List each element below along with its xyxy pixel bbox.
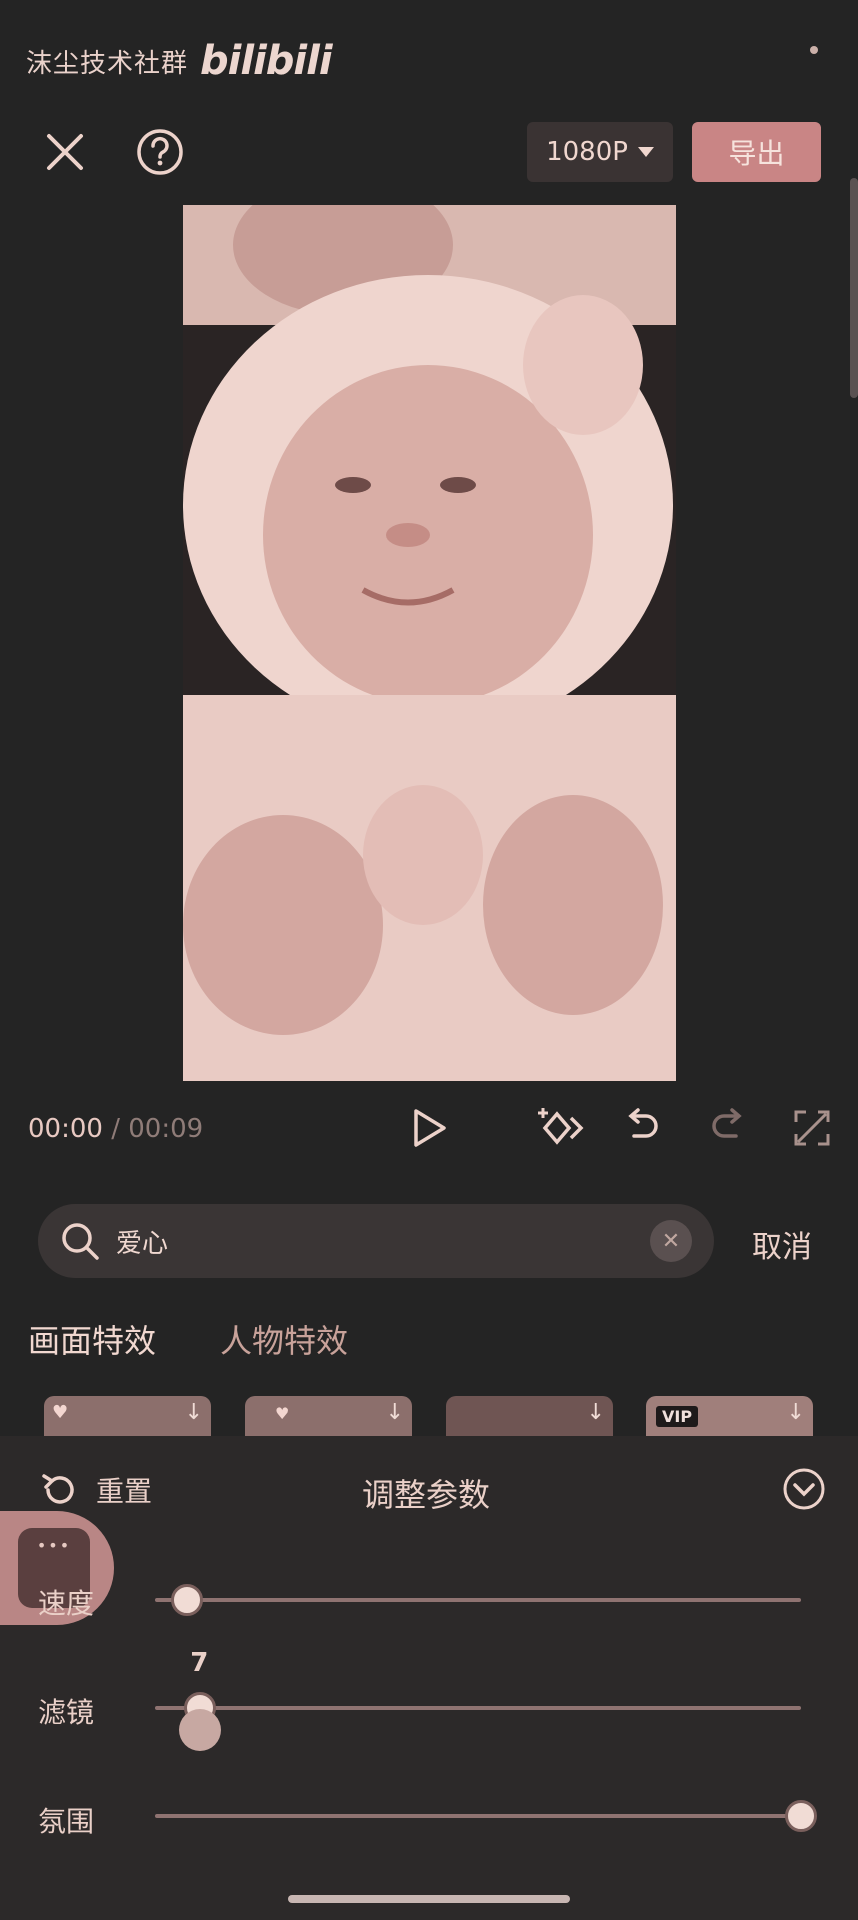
heart-icon: ♥ — [275, 1404, 290, 1423]
preview-image — [183, 205, 676, 1081]
download-icon: ↓ — [786, 1400, 805, 1425]
redo-button[interactable] — [700, 1100, 756, 1156]
slider-label-speed: 速度 — [38, 1587, 95, 1620]
download-icon: ↓ — [385, 1400, 404, 1425]
slider-track-filter[interactable] — [155, 1706, 801, 1710]
search-input[interactable] — [114, 1225, 598, 1257]
watermark: 沫尘技术社群 bilibili — [26, 38, 333, 84]
home-indicator — [288, 1895, 570, 1903]
slider-track-atmosphere[interactable] — [155, 1814, 801, 1818]
chevron-down-circle-icon — [783, 1468, 825, 1510]
slider-label-filter: 滤镜 — [38, 1696, 95, 1729]
effect-thumbnail[interactable]: ↓ — [446, 1396, 613, 1436]
resolution-dropdown[interactable]: 1080P — [527, 122, 673, 182]
download-icon: ↓ — [586, 1400, 605, 1425]
close-button[interactable] — [35, 122, 95, 182]
total-time: 00:09 — [128, 1114, 204, 1144]
play-button[interactable] — [402, 1100, 458, 1156]
effect-thumbnail[interactable]: ♥ ↓ — [245, 1396, 412, 1436]
status-dot — [810, 46, 818, 54]
help-icon — [137, 129, 183, 175]
bilibili-logo: bilibili — [200, 38, 333, 84]
watermark-text: 沫尘技术社群 — [26, 48, 189, 79]
fullscreen-button[interactable] — [784, 1100, 840, 1156]
tab-screen-effects[interactable]: 画面特效 — [28, 1316, 156, 1362]
effect-thumbnail[interactable]: VIP ↓ — [646, 1396, 813, 1436]
current-time: 00:00 — [28, 1114, 103, 1144]
resolution-value: 1080P — [546, 137, 628, 167]
slider-value-filter: 7 — [190, 1648, 209, 1678]
download-icon: ↓ — [184, 1400, 203, 1425]
slider-track-speed[interactable] — [155, 1598, 801, 1602]
undo-button[interactable] — [614, 1100, 670, 1156]
heart-icon: ♥ — [52, 1402, 69, 1423]
panel-title: 调整参数 — [362, 1476, 491, 1514]
tab-character-effects[interactable]: 人物特效 — [220, 1316, 348, 1362]
redo-icon — [712, 1108, 742, 1138]
reset-button[interactable]: 重置 — [40, 1470, 152, 1510]
fullscreen-icon — [794, 1110, 830, 1146]
effect-thumbnail[interactable]: ♥ ↓ — [44, 1396, 211, 1436]
collapse-panel-button[interactable] — [782, 1467, 826, 1511]
clear-icon: ✕ — [661, 1228, 681, 1254]
export-button[interactable]: 导出 — [692, 122, 821, 182]
close-icon — [47, 134, 83, 170]
reset-label: 重置 — [96, 1475, 153, 1508]
time-readout: 00:00 / 00:09 — [28, 1114, 203, 1144]
effect-search-bar[interactable]: ✕ — [38, 1204, 714, 1278]
chevron-down-icon — [637, 147, 654, 157]
touch-indicator — [179, 1709, 222, 1751]
slider-knob-atmosphere[interactable] — [785, 1800, 817, 1832]
time-separator: / — [102, 1114, 129, 1144]
cancel-search-button[interactable]: 取消 — [752, 1222, 812, 1266]
scrollbar[interactable] — [850, 178, 858, 398]
slider-label-atmosphere: 氛围 — [38, 1805, 95, 1838]
vip-badge: VIP — [656, 1406, 699, 1427]
clear-search-button[interactable]: ✕ — [650, 1220, 692, 1262]
keyframe-button[interactable] — [534, 1100, 590, 1156]
reset-icon — [42, 1474, 74, 1504]
search-icon — [62, 1223, 99, 1260]
play-icon — [414, 1109, 446, 1147]
video-preview[interactable] — [183, 205, 676, 1081]
help-button[interactable] — [130, 122, 190, 182]
keyframe-icon — [538, 1108, 584, 1145]
undo-icon — [628, 1108, 658, 1138]
